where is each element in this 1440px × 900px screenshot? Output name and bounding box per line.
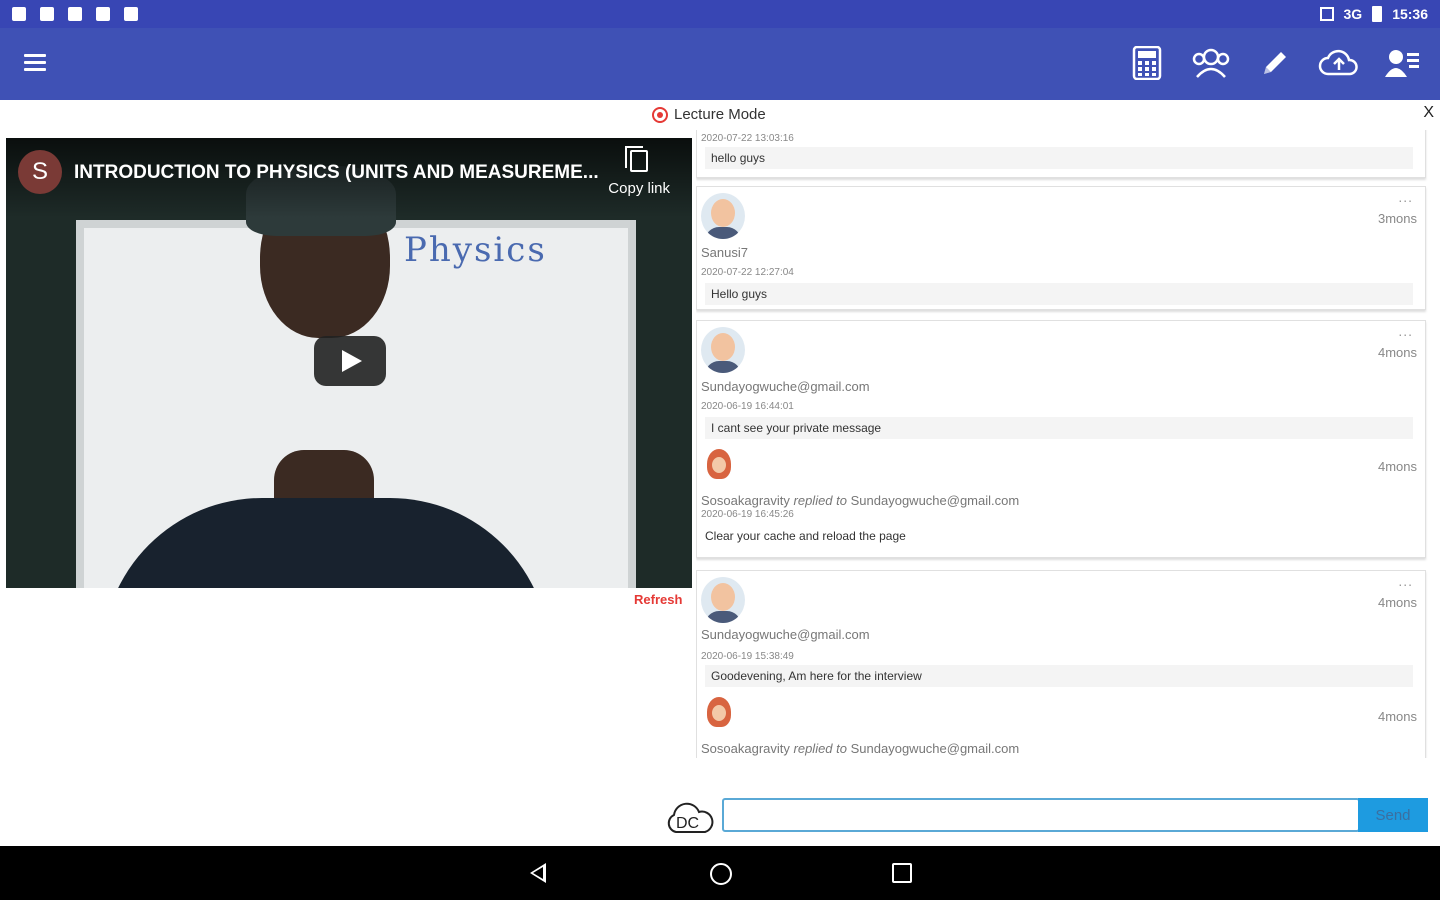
post-message: I cant see your private message — [705, 417, 1413, 439]
play-button[interactable] — [314, 336, 386, 386]
chat-card: ... 4mons Sundayogwuche@gmail.com 2020-0… — [696, 570, 1426, 758]
post-message: hello guys — [705, 147, 1413, 169]
reply-avatar — [703, 447, 735, 483]
send-button[interactable]: Send — [1358, 798, 1428, 832]
reply-username[interactable]: Sosoakagravity — [701, 741, 790, 756]
recent-apps-icon[interactable] — [892, 863, 912, 883]
refresh-link[interactable]: Refresh — [634, 592, 682, 607]
call-icon — [68, 7, 82, 21]
pencil-button[interactable] — [1252, 40, 1298, 86]
video-board-text: Physics — [404, 230, 547, 270]
post-timestamp: 2020-06-19 16:44:01 — [701, 401, 794, 412]
post-username[interactable]: Sundayogwuche@gmail.com — [701, 379, 870, 394]
chat-card: ... 4mons Sundayogwuche@gmail.com 2020-0… — [696, 320, 1426, 558]
video-icon — [12, 7, 26, 21]
copy-link-button[interactable]: Copy link — [608, 146, 670, 197]
cloud-upload-icon — [1318, 49, 1358, 76]
post-age: 3mons — [1377, 211, 1417, 226]
lock-icon — [96, 7, 110, 21]
copy-icon — [625, 146, 649, 172]
video-player[interactable]: Physics S INTRODUCTION TO PHYSICS (UNITS… — [6, 138, 692, 588]
user-avatar — [701, 193, 745, 239]
close-button[interactable]: X — [1423, 104, 1434, 122]
post-message: Goodevening, Am here for the interview — [705, 665, 1413, 687]
post-timestamp: 2020-06-19 15:38:49 — [701, 651, 794, 662]
post-username[interactable]: Sanusi7 — [701, 245, 748, 260]
user-avatar — [701, 327, 745, 373]
system-nav-bar — [0, 846, 1440, 900]
reply-timestamp: 2020-06-19 16:45:26 — [701, 509, 794, 520]
battery-icon — [1372, 6, 1383, 22]
calculator-button[interactable] — [1124, 40, 1170, 86]
post-timestamp: 2020-07-22 13:03:16 — [701, 133, 794, 144]
chat-card: ... 3mons Sanusi7 2020-07-22 12:27:04 He… — [696, 186, 1426, 310]
status-bar: 3G 15:36 — [0, 0, 1440, 28]
svg-text:DC: DC — [676, 815, 699, 832]
users-icon — [1192, 48, 1230, 78]
hamburger-icon — [24, 54, 46, 57]
reply-age: 4mons — [1377, 459, 1417, 474]
person-card-icon — [1385, 50, 1419, 77]
more-options-icon[interactable]: ... — [1398, 323, 1413, 339]
calculator-icon — [1132, 46, 1162, 80]
record-icon — [652, 106, 668, 123]
home-icon[interactable] — [710, 863, 732, 885]
menu-button[interactable] — [24, 50, 58, 78]
post-message: Hello guys — [705, 283, 1413, 305]
reply-verb: replied to — [793, 493, 847, 508]
cloud-upload-button[interactable] — [1316, 40, 1362, 86]
reply-target[interactable]: Sundayogwuche@gmail.com — [851, 741, 1020, 756]
more-options-icon[interactable]: ... — [1398, 189, 1413, 205]
notification-icons — [12, 7, 138, 21]
reply-username[interactable]: Sosoakagravity — [701, 493, 790, 508]
reply-header: Sosoakagravity replied to Sundayogwuche@… — [701, 493, 1019, 508]
lecture-mode-indicator: Lecture Mode — [652, 106, 766, 123]
user-avatar — [701, 577, 745, 623]
reply-verb: replied to — [793, 741, 847, 756]
clock: 15:36 — [1392, 6, 1428, 22]
pencil-icon — [1264, 52, 1286, 74]
post-age: 4mons — [1377, 345, 1417, 360]
reply-avatar — [703, 695, 735, 731]
video-title[interactable]: INTRODUCTION TO PHYSICS (UNITS AND MEASU… — [74, 162, 599, 184]
reply-age: 4mons — [1377, 709, 1417, 724]
chat-feed[interactable]: 2020-07-22 13:03:16 hello guys ... 3mons… — [696, 130, 1430, 758]
users-button[interactable] — [1188, 40, 1234, 86]
hourglass-icon — [40, 7, 54, 21]
reply-header: Sosoakagravity replied to Sundayogwuche@… — [701, 741, 1019, 756]
app-bar — [0, 28, 1440, 100]
lecture-mode-row: Lecture Mode X — [0, 100, 1440, 130]
reply-message: Clear your cache and reload the page — [699, 525, 1407, 547]
reply-target[interactable]: Sundayogwuche@gmail.com — [851, 493, 1020, 508]
profile-button[interactable] — [1380, 40, 1426, 86]
post-age: 4mons — [1377, 595, 1417, 610]
lecture-mode-label: Lecture Mode — [674, 106, 766, 123]
network-type: 3G — [1343, 6, 1363, 22]
channel-avatar[interactable]: S — [18, 150, 62, 194]
back-icon[interactable] — [530, 863, 546, 883]
copy-link-label: Copy link — [608, 180, 670, 197]
chat-message-input[interactable] — [722, 798, 1360, 832]
chat-card: 2020-07-22 13:03:16 hello guys — [696, 130, 1426, 178]
sim-icon — [1319, 7, 1334, 21]
post-username[interactable]: Sundayogwuche@gmail.com — [701, 627, 870, 642]
cloud-logo-icon: DC — [667, 802, 714, 833]
toolbar — [1124, 40, 1426, 86]
more-options-icon[interactable]: ... — [1398, 573, 1413, 589]
post-timestamp: 2020-07-22 12:27:04 — [701, 267, 794, 278]
screenshot-icon — [124, 7, 138, 21]
dc-logo: DC — [664, 800, 716, 836]
system-status: 3G 15:36 — [1319, 6, 1428, 22]
